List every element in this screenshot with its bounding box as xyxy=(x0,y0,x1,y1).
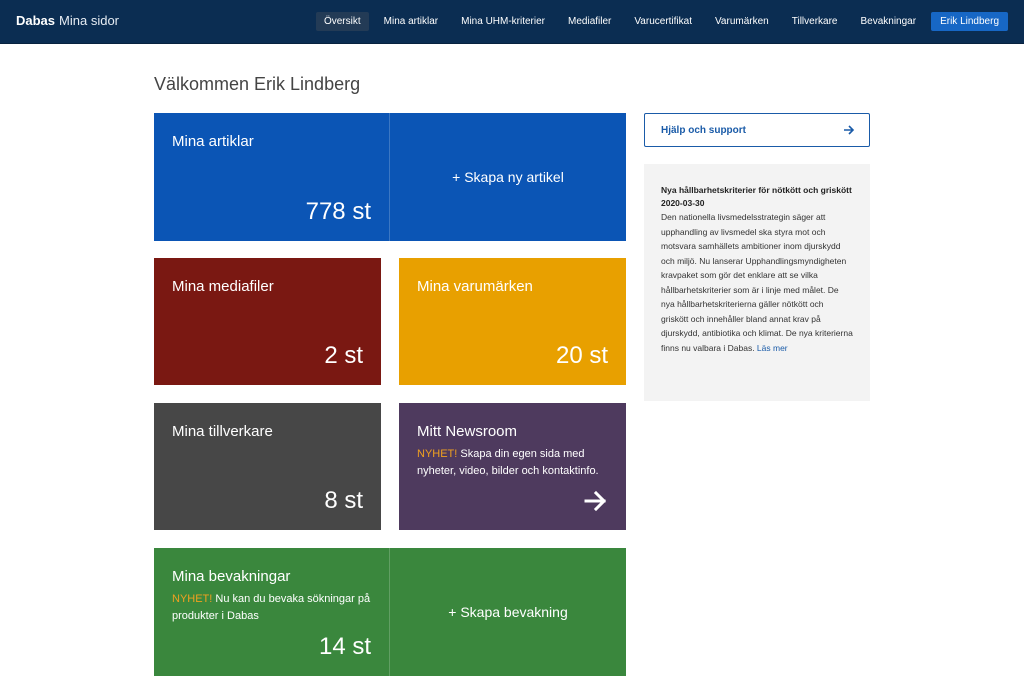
nav-item-bevakningar[interactable]: Bevakningar xyxy=(852,12,924,31)
tile-count: 2 st xyxy=(324,342,363,369)
brand-name: Dabas xyxy=(16,13,56,28)
tile-count: 14 st xyxy=(318,633,371,660)
nav-item-varumarken[interactable]: Varumärken xyxy=(707,12,777,31)
read-more-link[interactable]: Läs mer xyxy=(757,343,788,353)
tile-title: Mina bevakningar xyxy=(172,568,291,585)
nav-item-oversikt[interactable]: Översikt xyxy=(315,12,369,31)
news-panel: Nya hållbarhetskriterier för nötkött och… xyxy=(644,164,870,401)
tile-description: NYHET! Skapa din egen sida med nyheter, … xyxy=(417,446,608,480)
tile-title: Mina varumärken xyxy=(417,278,533,295)
brand-subtitle: Mina sidor xyxy=(59,13,119,28)
tile-count: 8 st xyxy=(324,487,363,514)
page-title: Välkommen Erik Lindberg xyxy=(154,74,361,94)
arrow-right-icon xyxy=(844,125,855,135)
new-badge: NYHET! xyxy=(172,593,213,605)
new-badge: NYHET! xyxy=(417,448,458,460)
tile-mina-mediafiler[interactable]: Mina mediafiler 2 st xyxy=(154,258,381,385)
user-menu-button[interactable]: Erik Lindberg xyxy=(931,12,1008,31)
nav-item-tillverkare[interactable]: Tillverkare xyxy=(784,12,846,31)
tile-title: Mina artiklar xyxy=(172,133,254,150)
news-body: Den nationella livsmedelsstrategin säger… xyxy=(661,210,853,355)
tile-title: Mitt Newsroom xyxy=(417,423,518,440)
news-body-text: Den nationella livsmedelsstrategin säger… xyxy=(661,212,853,353)
main-nav: Översikt Mina artiklar Mina UHM-kriterie… xyxy=(309,12,1008,31)
tile-count: 778 st xyxy=(305,198,371,225)
tile-mina-varumarken[interactable]: Mina varumärken 20 st xyxy=(399,258,626,385)
articles-link[interactable]: Mina artiklar 778 st xyxy=(154,113,389,241)
tile-description: NYHET! Nu kan du bevaka sökningar på pro… xyxy=(172,591,371,625)
brand-logo[interactable]: Dabas Mina sidor xyxy=(16,13,119,28)
nav-item-varucertifikat[interactable]: Varucertifikat xyxy=(626,12,700,31)
tile-title: Mina mediafiler xyxy=(172,278,274,295)
help-support-label: Hjälp och support xyxy=(661,125,746,136)
create-watch-button[interactable]: + Skapa bevakning xyxy=(390,548,626,676)
tile-count: 20 st xyxy=(555,342,608,369)
tile-mina-tillverkare[interactable]: Mina tillverkare 8 st xyxy=(154,403,381,530)
create-article-button[interactable]: + Skapa ny artikel xyxy=(390,113,626,241)
nav-item-mediafiler[interactable]: Mediafiler xyxy=(560,12,619,31)
nav-item-mina-artiklar[interactable]: Mina artiklar xyxy=(376,12,446,31)
tile-mitt-newsroom[interactable]: Mitt Newsroom NYHET! Skapa din egen sida… xyxy=(399,403,626,530)
watch-link[interactable]: Mina bevakningar NYHET! Nu kan du bevaka… xyxy=(154,548,389,676)
news-title: Nya hållbarhetskriterier för nötkött och… xyxy=(661,185,852,208)
nav-item-uhm-kriterier[interactable]: Mina UHM-kriterier xyxy=(453,12,553,31)
arrow-right-icon[interactable] xyxy=(584,489,608,513)
help-support-button[interactable]: Hjälp och support xyxy=(644,113,870,147)
tile-mina-bevakningar: Mina bevakningar NYHET! Nu kan du bevaka… xyxy=(154,548,626,676)
top-navigation-bar: Dabas Mina sidor Översikt Mina artiklar M… xyxy=(0,0,1024,44)
tile-mina-artiklar: Mina artiklar 778 st + Skapa ny artikel xyxy=(154,113,626,241)
tile-title: Mina tillverkare xyxy=(172,423,273,440)
